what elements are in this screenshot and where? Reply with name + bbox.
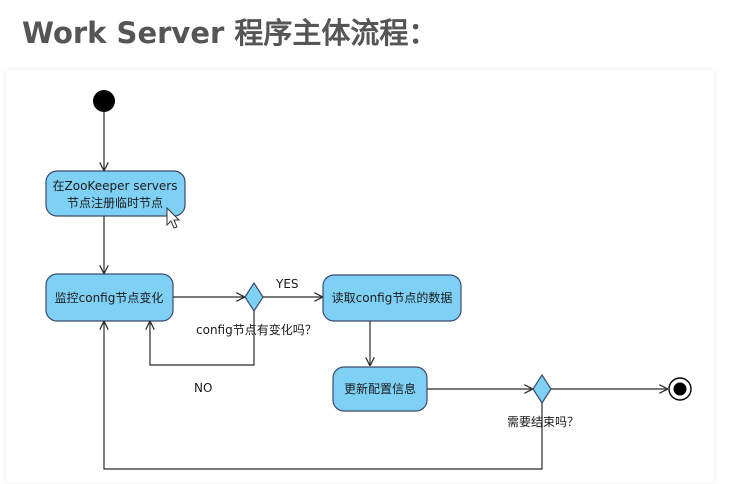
no-label: NO (194, 381, 212, 395)
start-node (93, 90, 115, 112)
flowchart: 在ZooKeeper servers 节点注册临时节点 监控config节点变化… (45, 90, 692, 470)
decision-config-changed (244, 281, 264, 313)
yes-label: YES (275, 277, 299, 291)
node-watch: 监控config节点变化 (45, 273, 174, 322)
decision-need-end (532, 373, 552, 405)
node-read-label: 读取config节点的数据 (332, 290, 453, 305)
node-register: 在ZooKeeper servers 节点注册临时节点 (45, 170, 186, 217)
decision-config-changed-question: config节点有变化吗？ (196, 322, 317, 337)
node-update: 更新配置信息 (332, 366, 428, 412)
node-register-line2: 节点注册临时节点 (67, 195, 163, 210)
edge-decision-loop-back (104, 322, 543, 470)
node-update-label: 更新配置信息 (344, 381, 416, 396)
decision-need-end-question: 需要结束吗？ (507, 415, 579, 429)
node-register-line1: 在ZooKeeper servers (53, 179, 178, 193)
node-watch-label: 监控config节点变化 (55, 290, 164, 305)
node-read: 读取config节点的数据 (322, 274, 462, 322)
end-node (668, 377, 692, 401)
